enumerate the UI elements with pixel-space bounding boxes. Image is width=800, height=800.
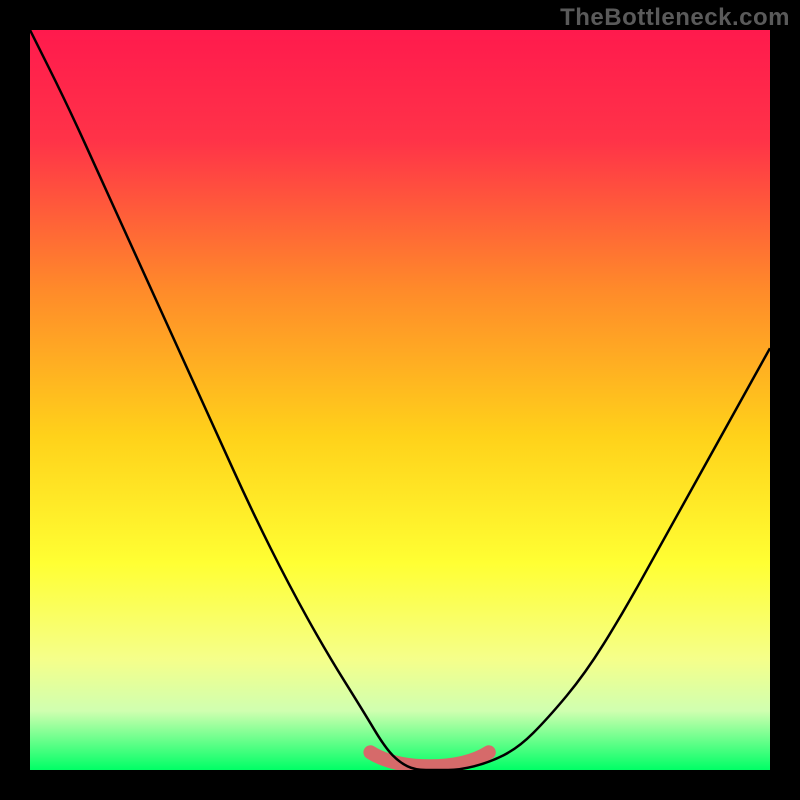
plot-area xyxy=(30,30,770,770)
bottleneck-chart xyxy=(30,30,770,770)
watermark-text: TheBottleneck.com xyxy=(560,4,790,32)
chart-background-gradient xyxy=(30,30,770,770)
chart-frame: TheBottleneck.com xyxy=(0,0,800,800)
